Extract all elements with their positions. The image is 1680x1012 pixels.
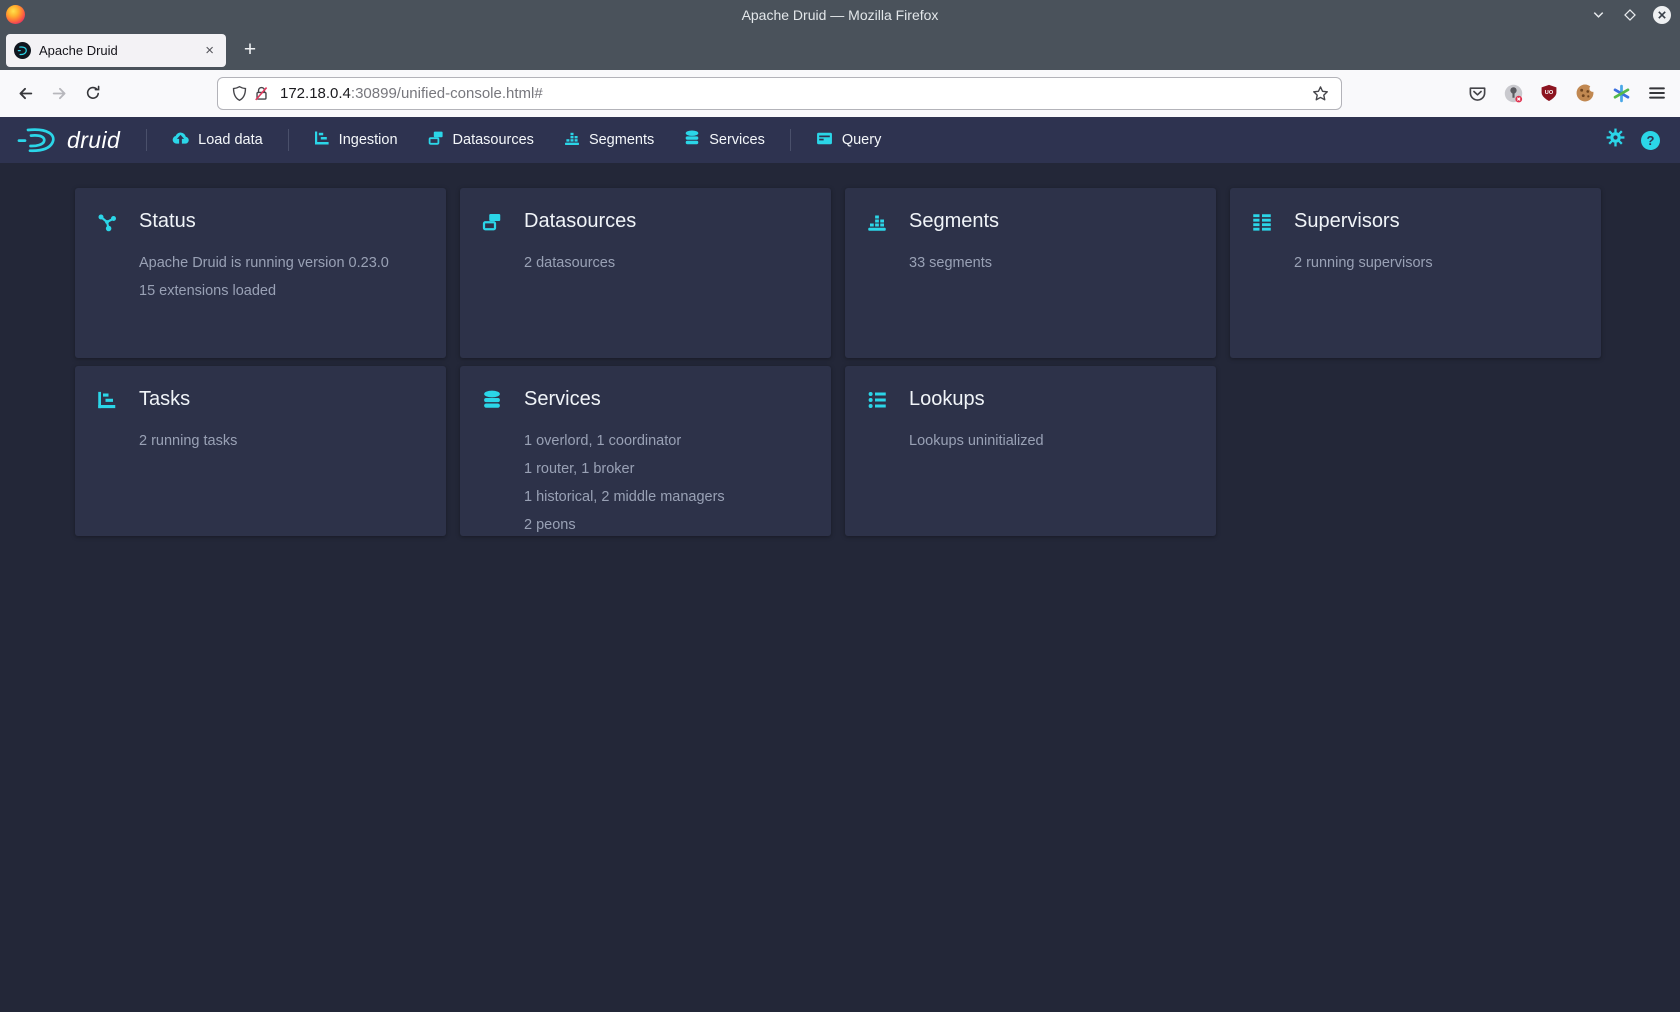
help-icon[interactable]: ? (1641, 131, 1660, 150)
window-titlebar: Apache Druid — Mozilla Firefox (0, 0, 1680, 29)
card-tasks[interactable]: Tasks 2 running tasks (75, 366, 446, 536)
nav-ingestion[interactable]: Ingestion (299, 117, 413, 163)
toolbar-extensions: UO (1466, 78, 1668, 108)
ublock-origin-icon[interactable]: UO (1538, 82, 1560, 104)
card-title: Tasks (139, 388, 190, 411)
bookmark-star-icon[interactable] (1309, 83, 1331, 105)
card-line: 1 router, 1 broker (524, 455, 809, 483)
navbar-divider (146, 129, 147, 151)
browser-tab-apache-druid[interactable]: Apache Druid × (6, 34, 226, 67)
gantt-chart-icon (314, 130, 330, 150)
card-supervisors[interactable]: Supervisors 2 running supervisors (1230, 188, 1601, 358)
settings-gear-icon[interactable] (1606, 128, 1625, 152)
druid-logo-icon (16, 126, 60, 154)
reload-button[interactable] (78, 78, 108, 108)
card-segments[interactable]: Segments 33 segments (845, 188, 1216, 358)
druid-favicon-icon (14, 42, 31, 59)
card-line: 1 overlord, 1 coordinator (524, 427, 809, 455)
nav-label: Datasources (453, 132, 534, 148)
card-line: 2 running tasks (139, 427, 424, 455)
minimize-button[interactable] (1588, 5, 1608, 25)
privacy-extension-icon[interactable] (1502, 82, 1524, 104)
forward-button[interactable] (44, 78, 74, 108)
navbar-divider (288, 129, 289, 151)
insecure-lock-icon[interactable] (250, 83, 272, 105)
card-line: Apache Druid is running version 0.23.0 (139, 249, 424, 277)
gantt-chart-icon (97, 390, 117, 410)
url-text[interactable]: 172.18.0.4:30899/unified-console.html# (280, 85, 1309, 102)
maximize-button[interactable] (1620, 5, 1640, 25)
nav-load-data[interactable]: Load data (157, 117, 278, 163)
new-tab-button[interactable]: + (234, 34, 266, 66)
nav-label: Load data (198, 132, 263, 148)
card-title: Services (524, 388, 601, 411)
nav-datasources[interactable]: Datasources (413, 117, 549, 163)
cookie-extension-icon[interactable] (1574, 82, 1596, 104)
nav-label: Segments (589, 132, 654, 148)
tab-title: Apache Druid (39, 43, 201, 58)
graph-icon (97, 212, 117, 232)
druid-wordmark: druid (67, 127, 120, 154)
url-bar[interactable]: 172.18.0.4:30899/unified-console.html# (217, 77, 1342, 110)
browser-toolbar: 172.18.0.4:30899/unified-console.html# U… (0, 70, 1680, 117)
window-title: Apache Druid — Mozilla Firefox (0, 7, 1680, 23)
tab-close-icon[interactable]: × (201, 42, 218, 59)
multi-select-icon (428, 130, 444, 150)
card-title: Lookups (909, 388, 985, 411)
nav-query[interactable]: Query (801, 117, 897, 163)
database-icon (684, 130, 700, 150)
nav-label: Ingestion (339, 132, 398, 148)
card-datasources[interactable]: Datasources 2 datasources (460, 188, 831, 358)
svg-text:UO: UO (1545, 90, 1554, 96)
nav-label: Services (709, 132, 765, 148)
home-view: Status Apache Druid is running version 0… (0, 188, 1680, 1012)
druid-navbar: druid Load data Ingestion Datasources Se… (0, 117, 1680, 163)
nav-label: Query (842, 132, 882, 148)
card-lookups[interactable]: Lookups Lookups uninitialized (845, 366, 1216, 536)
card-title: Datasources (524, 210, 636, 233)
card-line: 33 segments (909, 249, 1194, 277)
multi-select-icon (482, 212, 502, 232)
list-detail-icon (1252, 212, 1272, 232)
card-line: 2 datasources (524, 249, 809, 277)
card-title: Supervisors (1294, 210, 1400, 233)
properties-icon (867, 390, 887, 410)
url-path: :30899/unified-console.html# (351, 85, 543, 102)
status-card-grid: Status Apache Druid is running version 0… (75, 188, 1680, 536)
card-services[interactable]: Services 1 overlord, 1 coordinator 1 rou… (460, 366, 831, 536)
navbar-divider (790, 129, 791, 151)
close-button[interactable] (1652, 5, 1672, 25)
consent-asterisk-icon[interactable] (1610, 82, 1632, 104)
hamburger-menu-icon[interactable] (1646, 82, 1668, 104)
window-controls (1588, 0, 1672, 29)
application-icon (816, 130, 833, 151)
card-line: 2 peons (524, 511, 809, 539)
cloud-upload-icon (172, 130, 189, 151)
url-host: 172.18.0.4 (280, 85, 351, 102)
tracking-shield-icon[interactable] (228, 83, 250, 105)
navbar-right: ? (1606, 128, 1660, 152)
card-line: 2 running supervisors (1294, 249, 1579, 277)
bar-chart-icon (564, 130, 580, 150)
card-title: Status (139, 210, 196, 233)
card-line: 1 historical, 2 middle managers (524, 483, 809, 511)
card-line: Lookups uninitialized (909, 427, 1194, 455)
pocket-icon[interactable] (1466, 82, 1488, 104)
card-line: 15 extensions loaded (139, 277, 424, 305)
database-icon (482, 390, 502, 410)
tab-strip: Apache Druid × + (0, 29, 1680, 70)
card-title: Segments (909, 210, 999, 233)
druid-logo[interactable]: druid (16, 126, 136, 154)
nav-segments[interactable]: Segments (549, 117, 669, 163)
back-button[interactable] (10, 78, 40, 108)
card-status[interactable]: Status Apache Druid is running version 0… (75, 188, 446, 358)
nav-services[interactable]: Services (669, 117, 780, 163)
bar-chart-icon (867, 212, 887, 232)
